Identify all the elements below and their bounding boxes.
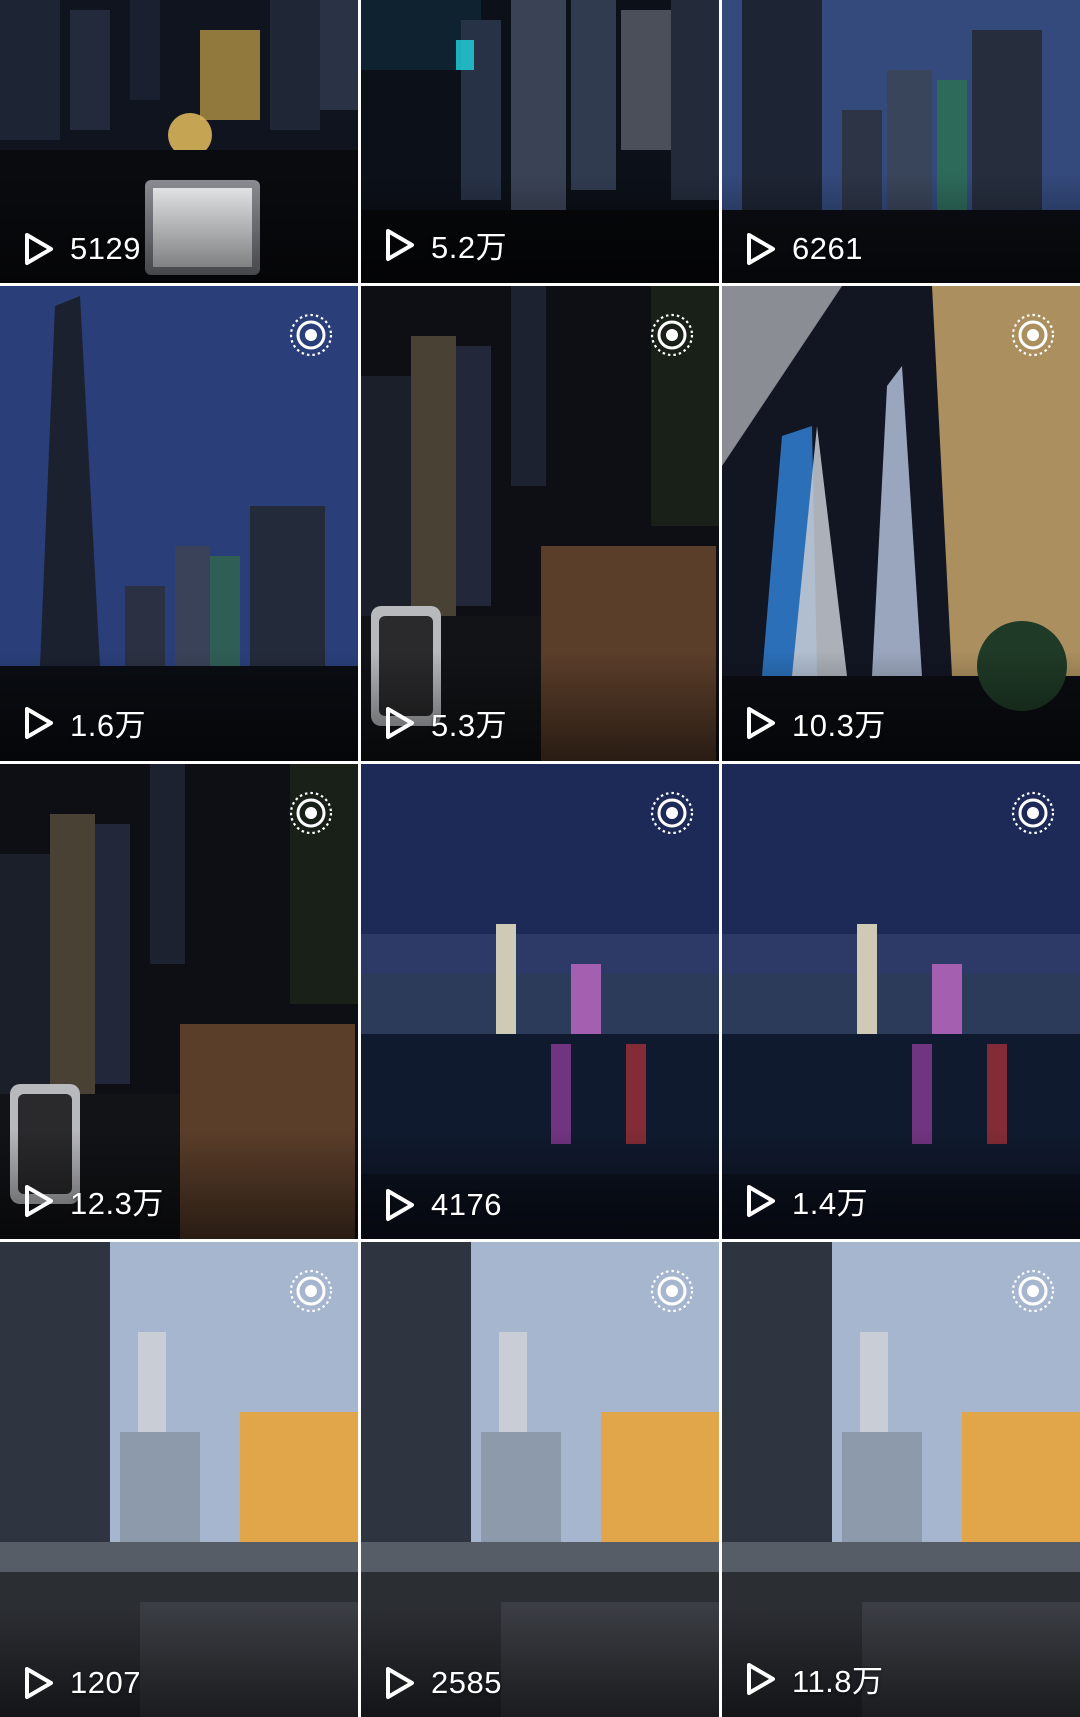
view-count: 2585 xyxy=(431,1665,502,1700)
view-count: 1207 xyxy=(70,1665,141,1700)
play-outline-icon xyxy=(747,233,775,265)
view-count: 12.3万 xyxy=(70,1186,164,1221)
view-stat: 2585 xyxy=(383,1665,502,1701)
play-outline-icon xyxy=(386,1189,414,1221)
play-outline-icon xyxy=(747,1184,775,1217)
video-tile[interactable]: 5.2万 xyxy=(361,0,719,283)
play-outline-icon xyxy=(25,706,53,739)
view-count: 5.3万 xyxy=(431,708,508,743)
video-tile[interactable]: 5.3万 xyxy=(361,286,719,761)
video-tile[interactable]: 2585 xyxy=(361,1242,719,1717)
video-tile[interactable]: 11.8万 xyxy=(722,1242,1080,1717)
view-stat: 12.3万 xyxy=(22,1178,164,1223)
play-outline-icon xyxy=(25,1184,53,1217)
live-photo-icon xyxy=(649,312,695,358)
view-stat: 5129 xyxy=(22,231,141,267)
live-photo-icon xyxy=(1010,1268,1056,1314)
video-tile[interactable]: 1207 xyxy=(0,1242,358,1717)
live-photo-icon xyxy=(288,1268,334,1314)
view-stat: 1.6万 xyxy=(22,700,146,745)
view-stat: 5.2万 xyxy=(383,222,507,267)
play-outline-icon xyxy=(25,233,53,265)
view-stat: 1207 xyxy=(22,1665,141,1701)
view-count: 1.6万 xyxy=(70,708,147,743)
live-photo-icon xyxy=(288,790,334,836)
view-stat: 5.3万 xyxy=(383,700,507,745)
view-stat: 10.3万 xyxy=(744,700,886,745)
video-tile[interactable]: 1.4万 xyxy=(722,764,1080,1239)
live-photo-icon xyxy=(1010,312,1056,358)
live-photo-icon xyxy=(649,1268,695,1314)
video-tile[interactable]: 10.3万 xyxy=(722,286,1080,761)
video-tile[interactable]: 12.3万 xyxy=(0,764,358,1239)
view-count: 5129 xyxy=(70,231,141,266)
play-outline-icon xyxy=(747,1662,775,1695)
play-outline-icon xyxy=(386,706,414,739)
view-count: 10.3万 xyxy=(792,708,886,743)
live-photo-icon xyxy=(288,312,334,358)
play-outline-icon xyxy=(386,1667,414,1699)
view-count: 4176 xyxy=(431,1187,502,1222)
view-stat: 11.8万 xyxy=(744,1656,884,1701)
video-tile[interactable]: 6261 xyxy=(722,0,1080,283)
view-count: 5.2万 xyxy=(431,230,508,265)
view-count: 11.8万 xyxy=(792,1664,884,1699)
view-count: 6261 xyxy=(792,231,863,266)
live-photo-icon xyxy=(649,790,695,836)
play-outline-icon xyxy=(747,706,775,739)
play-outline-icon xyxy=(25,1667,53,1699)
video-tile[interactable]: 4176 xyxy=(361,764,719,1239)
view-stat: 1.4万 xyxy=(744,1178,868,1223)
view-stat: 4176 xyxy=(383,1187,502,1223)
view-count: 1.4万 xyxy=(792,1186,869,1221)
live-photo-icon xyxy=(1010,790,1056,836)
video-grid: 5129 5.2万 6261 1.6万 5.3万 10.3万 12.3万 417… xyxy=(0,0,1080,1717)
view-stat: 6261 xyxy=(744,231,863,267)
play-outline-icon xyxy=(386,228,414,261)
video-tile[interactable]: 5129 xyxy=(0,0,358,283)
video-tile[interactable]: 1.6万 xyxy=(0,286,358,761)
